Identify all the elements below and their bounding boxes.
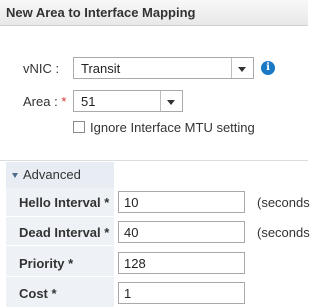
area-value: 51 <box>81 94 96 109</box>
chevron-down-icon <box>167 100 175 105</box>
advanced-header-label: Advanced <box>23 167 81 182</box>
priority-label: Priority * <box>19 256 74 271</box>
vnic-dropdown-button[interactable] <box>231 58 253 78</box>
ignore-mtu-label: Ignore Interface MTU setting <box>90 120 255 135</box>
area-label: Area : * <box>23 94 67 109</box>
dead-interval-label: Dead Interval * <box>19 225 110 240</box>
dialog-titlebar: New Area to Interface Mapping <box>0 0 308 26</box>
vnic-label: vNIC : <box>23 61 60 76</box>
dead-interval-value: 40 <box>124 225 139 240</box>
hello-interval-input[interactable]: 10 <box>118 191 245 213</box>
required-marker: * <box>61 94 67 109</box>
area-select[interactable]: 51 <box>73 90 183 112</box>
dead-interval-unit: (seconds <box>257 225 310 240</box>
area-dropdown-button[interactable] <box>160 91 182 111</box>
hello-interval-unit: (seconds <box>257 195 310 210</box>
advanced-toggle[interactable]: Advanced <box>6 162 114 188</box>
collapse-triangle-icon <box>12 173 18 178</box>
info-icon[interactable]: i <box>261 61 275 75</box>
row-divider <box>6 216 308 217</box>
vnic-value: Transit <box>81 61 121 76</box>
cost-value: 1 <box>124 286 132 301</box>
hello-interval-value: 10 <box>124 195 139 210</box>
cost-input[interactable]: 1 <box>118 282 245 304</box>
dialog-title: New Area to Interface Mapping <box>6 5 196 20</box>
priority-input[interactable]: 128 <box>118 252 245 274</box>
ignore-mtu-checkbox[interactable] <box>73 121 85 133</box>
priority-value: 128 <box>124 256 146 271</box>
vnic-select[interactable]: Transit <box>73 57 254 79</box>
dead-interval-input[interactable]: 40 <box>118 221 245 243</box>
row-divider <box>6 276 308 277</box>
chevron-down-icon <box>238 67 246 72</box>
cost-label: Cost * <box>19 286 57 301</box>
hello-interval-label: Hello Interval * <box>19 195 110 210</box>
row-divider <box>6 245 308 246</box>
